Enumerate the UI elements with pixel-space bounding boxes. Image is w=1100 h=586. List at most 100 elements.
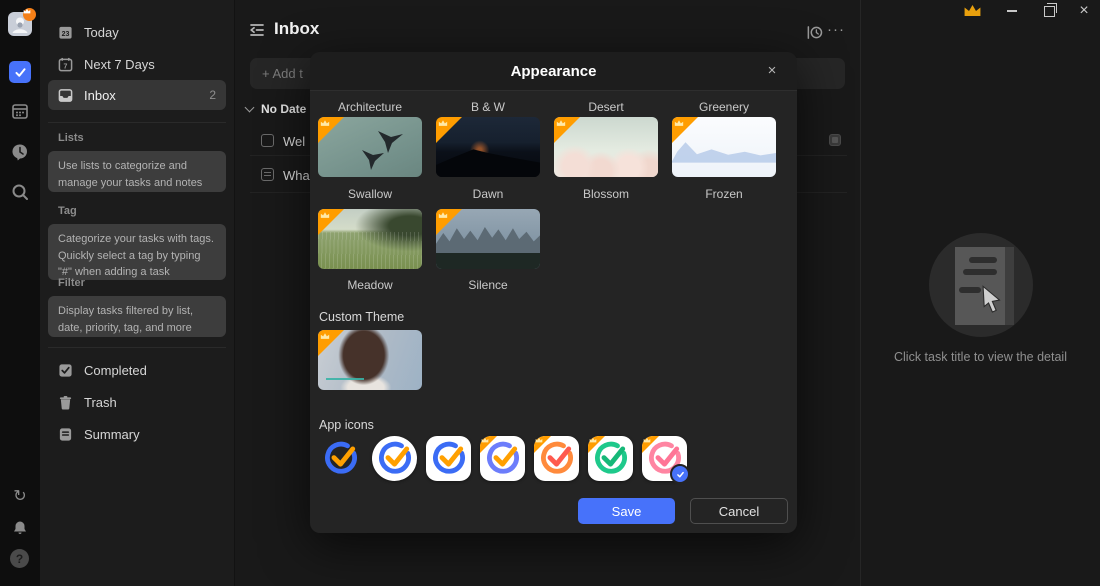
app-icon-ticktick-blue-square[interactable] — [426, 436, 471, 481]
theme-label-greenery: Greenery — [672, 100, 776, 114]
task-note-icon[interactable] — [261, 168, 274, 181]
theme-label-bw: B & W — [436, 100, 540, 114]
task-checkbox[interactable] — [261, 134, 274, 147]
divider — [48, 122, 226, 123]
theme-label-desert: Desert — [554, 100, 658, 114]
pomodoro-nav-icon[interactable] — [11, 143, 29, 161]
section-header-filter: Filter — [58, 277, 85, 289]
app-icon-ticktick-blue-gradient-square[interactable] — [480, 436, 525, 481]
divider — [48, 347, 226, 348]
inbox-count-badge: 2 — [209, 88, 216, 102]
task-title[interactable]: Wel — [283, 134, 305, 149]
notification-bell-icon[interactable] — [11, 519, 29, 537]
completed-icon — [58, 363, 73, 378]
empty-state-text: Click task title to view the detail — [861, 350, 1100, 364]
theme-thumbnail-frozen[interactable] — [672, 117, 776, 177]
filter-hint-card: Display tasks filtered by list, date, pr… — [48, 296, 226, 337]
theme-thumbnail-swallow[interactable] — [318, 117, 422, 177]
sidebar-item-next7days[interactable]: 7 Next 7 Days — [48, 49, 226, 79]
collapse-sidebar-icon[interactable] — [248, 21, 266, 39]
app-icon-ticktick-green-square[interactable] — [588, 436, 633, 481]
section-header-tag: Tag — [58, 205, 77, 217]
sidebar-item-label: Completed — [84, 363, 216, 378]
sidebar: 23 Today 7 Next 7 Days Inbox 2 Lists Use… — [40, 0, 235, 586]
premium-corner-crown-icon — [554, 117, 580, 143]
selected-check-badge — [670, 464, 690, 484]
dialog-header: Appearance × — [310, 52, 797, 91]
theme-label-blossom: Blossom — [554, 187, 658, 201]
custom-theme-thumbnail[interactable] — [318, 330, 422, 390]
app-icon-ticktick-pink-square[interactable] — [642, 436, 687, 481]
dialog-title: Appearance — [511, 63, 597, 80]
sync-icon[interactable]: ↻ — [11, 486, 29, 506]
premium-badge-crown-icon — [23, 8, 36, 21]
sidebar-item-completed[interactable]: Completed — [48, 355, 226, 385]
today-icon: 23 — [58, 25, 73, 40]
svg-text:7: 7 — [64, 63, 68, 70]
sidebar-item-summary[interactable]: Summary — [48, 419, 226, 449]
task-attachment-icon[interactable] — [829, 134, 841, 146]
premium-corner-crown-icon — [436, 209, 462, 235]
app-icons-section-label: App icons — [319, 418, 374, 432]
app-icon-ticktick-orange-square[interactable] — [534, 436, 579, 481]
search-nav-icon[interactable] — [11, 183, 29, 201]
theme-thumbnail-meadow[interactable] — [318, 209, 422, 269]
sidebar-item-trash[interactable]: Trash — [48, 387, 226, 417]
more-options-icon[interactable]: ··· — [827, 21, 845, 38]
page-title: Inbox — [274, 19, 319, 39]
add-task-placeholder: + Add t — [262, 66, 303, 81]
app-window: ↻ ? 23 Today 7 Next 7 Days — [0, 0, 1100, 586]
theme-label-silence: Silence — [436, 278, 540, 292]
theme-thumbnail-blossom[interactable] — [554, 117, 658, 177]
chevron-down-icon — [245, 103, 255, 113]
empty-state-illustration — [929, 233, 1033, 337]
help-icon[interactable]: ? — [10, 549, 29, 568]
premium-corner-crown-icon — [672, 117, 698, 143]
app-icon-ticktick-white-circle[interactable] — [372, 436, 417, 481]
svg-text:23: 23 — [62, 30, 70, 37]
group-no-date[interactable]: No Date — [246, 102, 306, 116]
inbox-icon — [58, 88, 73, 103]
tasks-nav-icon[interactable] — [9, 61, 31, 83]
theme-label-dawn: Dawn — [436, 187, 540, 201]
theme-label-meadow: Meadow — [318, 278, 422, 292]
summary-icon — [58, 427, 73, 442]
left-rail: ↻ ? — [0, 0, 40, 586]
app-icon-ticktick-classic-glyph[interactable] — [318, 436, 363, 481]
save-button[interactable]: Save — [578, 498, 675, 524]
premium-corner-crown-icon — [318, 209, 344, 235]
next7days-icon: 7 — [58, 57, 73, 72]
avatar[interactable] — [8, 12, 32, 36]
sidebar-item-today[interactable]: 23 Today — [48, 17, 226, 47]
tag-hint-card: Categorize your tasks with tags. Quickly… — [48, 224, 226, 280]
sidebar-item-inbox[interactable]: Inbox 2 — [48, 80, 226, 110]
pane-divider — [860, 0, 861, 586]
sidebar-item-label: Inbox — [84, 88, 209, 103]
task-title[interactable]: Wha — [283, 168, 310, 183]
close-dialog-icon[interactable]: × — [763, 61, 781, 79]
premium-crown-icon[interactable] — [963, 3, 982, 18]
sidebar-item-label: Next 7 Days — [84, 57, 216, 72]
theme-thumbnail-dawn[interactable] — [436, 117, 540, 177]
lists-hint-card: Use lists to categorize and manage your … — [48, 151, 226, 192]
cursor-icon — [981, 285, 1007, 315]
sidebar-item-label: Summary — [84, 427, 216, 442]
custom-theme-section-label: Custom Theme — [319, 310, 404, 324]
sidebar-item-label: Today — [84, 25, 216, 40]
premium-corner-crown-icon — [318, 330, 344, 356]
minimize-button[interactable] — [999, 0, 1025, 22]
restore-button[interactable] — [1036, 0, 1062, 22]
theme-label-architecture: Architecture — [318, 100, 422, 114]
group-label: No Date — [261, 102, 306, 116]
appearance-dialog: Appearance × Architecture B & W Desert G… — [310, 52, 797, 533]
theme-thumbnail-silence[interactable] — [436, 209, 540, 269]
close-window-button[interactable]: × — [1071, 0, 1097, 22]
trash-icon — [58, 395, 73, 410]
section-header-lists: Lists — [58, 132, 84, 144]
activity-clock-icon[interactable] — [806, 24, 823, 41]
cancel-button[interactable]: Cancel — [690, 498, 788, 524]
calendar-nav-icon[interactable] — [11, 102, 29, 120]
theme-label-frozen: Frozen — [672, 187, 776, 201]
premium-corner-crown-icon — [436, 117, 462, 143]
sidebar-item-label: Trash — [84, 395, 216, 410]
